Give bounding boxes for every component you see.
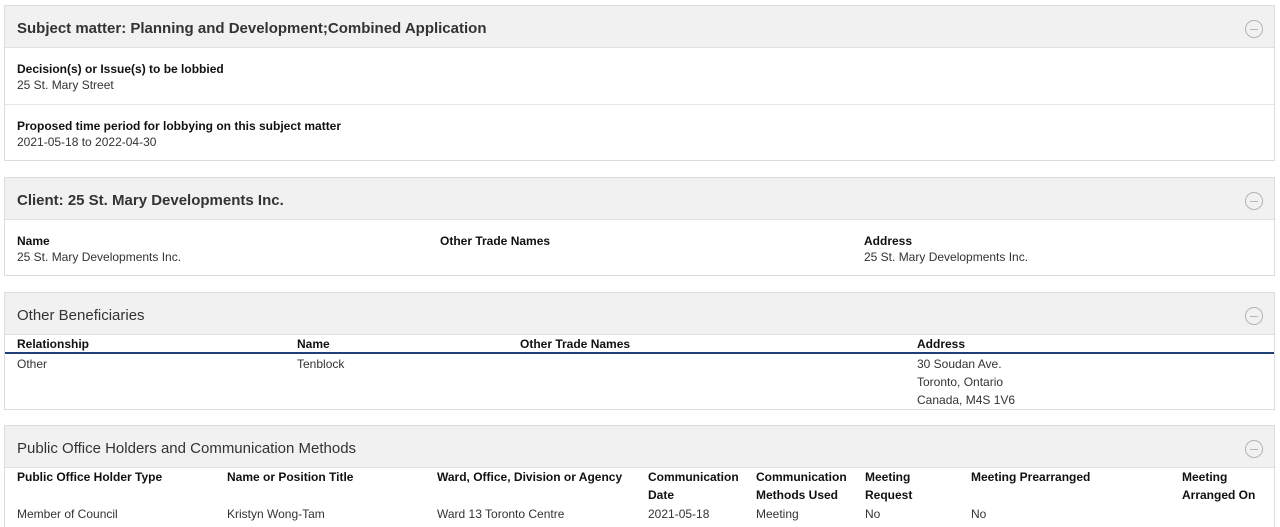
client-trade-names-label: Other Trade Names	[440, 234, 551, 248]
divider	[5, 104, 1274, 105]
relationship-cell: Other	[17, 357, 48, 371]
public-office-holders-panel: Public Office Holders and Communication …	[4, 425, 1275, 527]
decision-field: Decision(s) or Issue(s) to be lobbied 25…	[17, 61, 224, 94]
client-header[interactable]: Client: 25 St. Mary Developments Inc.	[5, 178, 1274, 220]
column-header: Meeting Prearranged	[971, 470, 1091, 484]
address-line: 30 Soudan Ave.	[917, 357, 1002, 371]
address-line: Canada, M4S 1V6	[917, 393, 1016, 407]
column-header: Communication	[648, 470, 739, 484]
client-trade-names-field: Other Trade Names	[440, 233, 550, 249]
client-name-value: 25 St. Mary Developments Inc.	[17, 250, 182, 264]
column-header: Ward, Office, Division or Agency	[437, 470, 623, 484]
holder-type-cell: Member of Council	[17, 507, 118, 521]
communication-date-cell: 2021-05-18	[648, 507, 710, 521]
column-header: Meeting	[865, 470, 911, 484]
public-office-holders-header[interactable]: Public Office Holders and Communication …	[5, 426, 1274, 468]
name-cell: Tenblock	[297, 357, 345, 371]
client-name-label: Name	[17, 234, 50, 248]
address-line: Toronto, Ontario	[917, 375, 1004, 389]
column-header: Communication	[756, 470, 847, 484]
collapse-icon[interactable]	[1245, 192, 1263, 210]
client-address-field: Address 25 St. Mary Developments Inc.	[864, 233, 1028, 266]
column-header: Methods Used	[756, 488, 839, 502]
client-name-field: Name 25 St. Mary Developments Inc.	[17, 233, 181, 266]
period-label: Proposed time period for lobbying on thi…	[17, 119, 342, 133]
public-office-holders-title: Public Office Holders and Communication …	[17, 440, 357, 457]
subject-matter-title: Subject matter: Planning and Development…	[17, 20, 487, 37]
beneficiaries-panel: Other Beneficiaries Relationship Name Ot…	[4, 292, 1275, 410]
period-field: Proposed time period for lobbying on thi…	[17, 118, 341, 151]
period-value: 2021-05-18 to 2022-04-30	[17, 135, 157, 149]
decision-label: Decision(s) or Issue(s) to be lobbied	[17, 62, 224, 76]
client-title: Client: 25 St. Mary Developments Inc.	[17, 192, 284, 209]
column-header: Other Trade Names	[520, 337, 631, 351]
column-header: Address	[917, 337, 966, 351]
column-header: Arranged On	[1182, 488, 1256, 502]
column-header: Name	[297, 337, 330, 351]
client-address-value: 25 St. Mary Developments Inc.	[864, 250, 1029, 264]
column-header: Name or Position Title	[227, 470, 354, 484]
decision-value: 25 St. Mary Street	[17, 78, 114, 92]
client-panel: Client: 25 St. Mary Developments Inc. Na…	[4, 177, 1275, 276]
table-header-underline	[5, 352, 1274, 354]
meeting-prearranged-cell: No	[971, 507, 987, 521]
column-header: Public Office Holder Type	[17, 470, 163, 484]
client-address-label: Address	[864, 234, 913, 248]
column-header: Meeting	[1182, 470, 1228, 484]
column-header: Date	[648, 488, 675, 502]
column-header: Relationship	[17, 337, 90, 351]
subject-matter-panel: Subject matter: Planning and Development…	[4, 5, 1275, 161]
collapse-icon[interactable]	[1245, 307, 1263, 325]
collapse-icon[interactable]	[1245, 440, 1263, 458]
beneficiaries-header[interactable]: Other Beneficiaries	[5, 293, 1274, 335]
subject-matter-header[interactable]: Subject matter: Planning and Development…	[5, 6, 1274, 48]
holder-name-cell: Kristyn Wong-Tam	[227, 507, 325, 521]
meeting-request-cell: No	[865, 507, 881, 521]
column-header: Request	[865, 488, 913, 502]
communication-methods-cell: Meeting	[756, 507, 799, 521]
ward-cell: Ward 13 Toronto Centre	[437, 507, 565, 521]
beneficiaries-title: Other Beneficiaries	[17, 307, 145, 324]
collapse-icon[interactable]	[1245, 20, 1263, 38]
